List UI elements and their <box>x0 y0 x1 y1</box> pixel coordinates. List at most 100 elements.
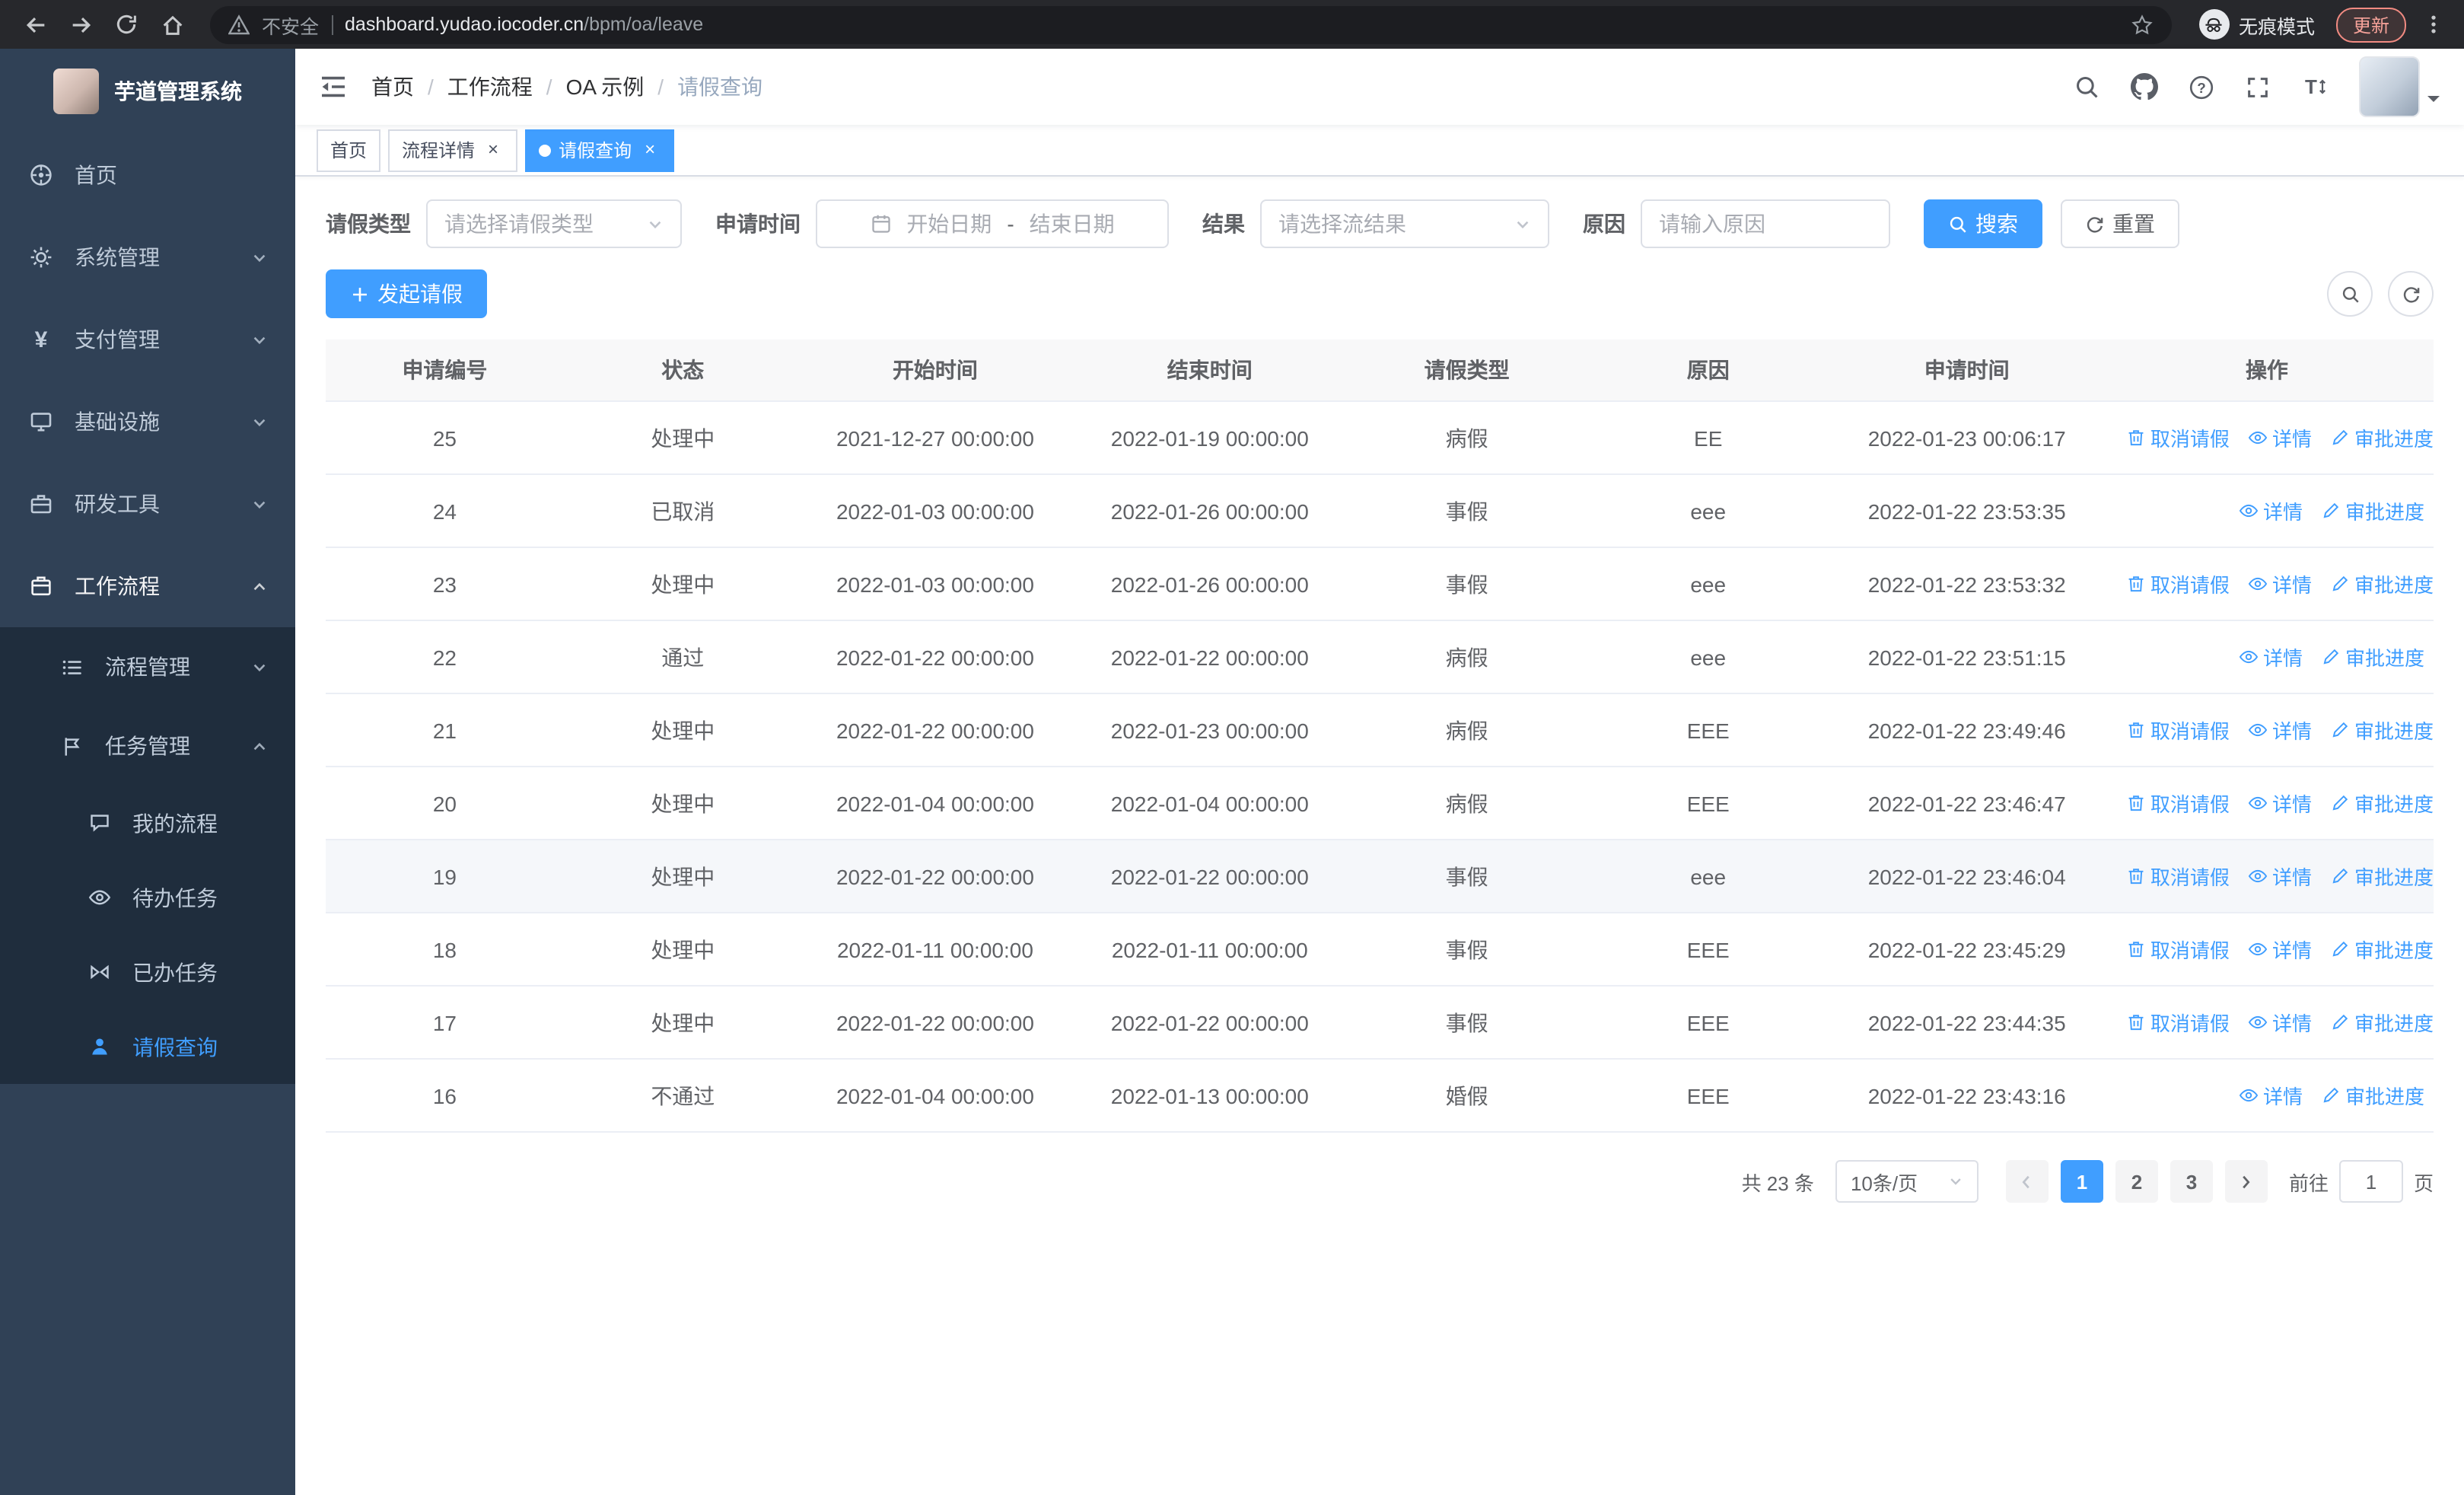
action-cancel-link[interactable]: 取消请假 <box>2126 423 2230 452</box>
action-cancel-link[interactable]: 取消请假 <box>2126 789 2230 818</box>
reload-icon[interactable] <box>107 5 146 44</box>
reset-button[interactable]: 重置 <box>2061 199 2179 248</box>
create-leave-button[interactable]: 发起请假 <box>326 269 487 318</box>
tab-leave-query[interactable]: 请假查询 × <box>525 129 675 171</box>
table-row[interactable]: 17 处理中 2022-01-22 00:00:00 2022-01-22 00… <box>326 986 2434 1060</box>
breadcrumb-oa-example[interactable]: OA 示例 <box>566 72 678 102</box>
action-progress-link[interactable]: 审批进度 <box>2330 423 2434 452</box>
sidebar-toggle-icon[interactable] <box>295 72 371 102</box>
address-bar[interactable]: 不安全 dashboard.yudao.iocoder.cn/bpm/oa/le… <box>210 5 2172 43</box>
action-progress-link[interactable]: 审批进度 <box>2330 935 2434 964</box>
close-icon[interactable]: × <box>482 139 504 161</box>
app-logo[interactable]: 芋道管理系统 <box>0 49 295 134</box>
action-detail-link[interactable]: 详情 <box>2239 1081 2303 1110</box>
table-row[interactable]: 16 不通过 2022-01-04 00:00:00 2022-01-13 00… <box>326 1059 2434 1133</box>
page-button-3[interactable]: 3 <box>2170 1160 2213 1203</box>
header-search-icon[interactable] <box>2074 74 2100 100</box>
action-detail-link[interactable]: 详情 <box>2239 642 2303 671</box>
next-page-button[interactable] <box>2224 1160 2268 1203</box>
action-progress-link[interactable]: 审批进度 <box>2321 496 2424 525</box>
action-detail-link[interactable]: 详情 <box>2248 423 2312 452</box>
action-progress-link[interactable]: 审批进度 <box>2321 1081 2424 1110</box>
action-cancel-link[interactable]: 取消请假 <box>2126 935 2230 964</box>
tab-process-detail[interactable]: 流程详情 × <box>388 129 518 171</box>
table-row[interactable]: 22 通过 2022-01-22 00:00:00 2022-01-22 00:… <box>326 620 2434 694</box>
sidebar-item-todo-tasks[interactable]: 待办任务 <box>0 860 295 935</box>
goto-page-input[interactable]: 1 <box>2338 1160 2403 1203</box>
action-detail-link[interactable]: 详情 <box>2248 862 2312 891</box>
browser-menu-icon[interactable] <box>2418 12 2449 37</box>
sidebar-item-leave-query[interactable]: 请假查询 <box>0 1009 295 1084</box>
cell-end-time: 2022-01-19 00:00:00 <box>1068 401 1351 475</box>
table-row[interactable]: 19 处理中 2022-01-22 00:00:00 2022-01-22 00… <box>326 840 2434 913</box>
sidebar-item-infra[interactable]: 基础设施 <box>0 381 295 463</box>
table-row[interactable]: 24 已取消 2022-01-03 00:00:00 2022-01-26 00… <box>326 474 2434 548</box>
sidebar-item-label: 任务管理 <box>105 734 190 758</box>
cell-apply-no: 17 <box>326 986 564 1060</box>
table-row[interactable]: 18 处理中 2022-01-11 00:00:00 2022-01-11 00… <box>326 913 2434 987</box>
table-row[interactable]: 20 处理中 2022-01-04 00:00:00 2022-01-04 00… <box>326 767 2434 840</box>
help-icon[interactable]: ? <box>2189 74 2214 100</box>
breadcrumb-workflow[interactable]: 工作流程 <box>447 72 566 102</box>
bookmark-star-icon[interactable] <box>2131 13 2154 36</box>
action-cancel-link[interactable]: 取消请假 <box>2126 716 2230 744</box>
action-detail-link[interactable]: 详情 <box>2248 716 2312 744</box>
tab-home[interactable]: 首页 <box>317 129 381 171</box>
apply-time-range-picker[interactable]: 开始日期 - 结束日期 <box>816 199 1169 248</box>
action-progress-link[interactable]: 审批进度 <box>2330 716 2434 744</box>
search-button[interactable]: 搜索 <box>1924 199 2042 248</box>
home-icon[interactable] <box>152 5 192 44</box>
page-button-1[interactable]: 1 <box>2060 1160 2103 1203</box>
github-icon[interactable] <box>2131 73 2158 100</box>
action-progress-link[interactable]: 审批进度 <box>2330 789 2434 818</box>
table-row[interactable]: 21 处理中 2022-01-22 00:00:00 2022-01-23 00… <box>326 693 2434 767</box>
action-progress-link[interactable]: 审批进度 <box>2321 642 2424 671</box>
fullscreen-icon[interactable] <box>2245 74 2271 100</box>
sidebar-item-my-process[interactable]: 我的流程 <box>0 786 295 860</box>
font-size-icon[interactable]: T <box>2301 73 2329 100</box>
sidebar-item-workflow[interactable]: 工作流程 <box>0 545 295 627</box>
action-progress-link[interactable]: 审批进度 <box>2330 1008 2434 1037</box>
chrome-update-button[interactable]: 更新 <box>2335 7 2406 42</box>
sidebar-item-done-tasks[interactable]: 已办任务 <box>0 935 295 1009</box>
sidebar-item-label: 系统管理 <box>75 245 160 269</box>
forward-icon[interactable] <box>61 5 100 44</box>
leave-type-select[interactable]: 请选择请假类型 <box>426 199 682 248</box>
action-progress-link[interactable]: 审批进度 <box>2330 862 2434 891</box>
reason-input[interactable]: 请输入原因 <box>1641 199 1890 248</box>
action-detail-link[interactable]: 详情 <box>2239 496 2303 525</box>
sidebar-item-payment[interactable]: ¥ 支付管理 <box>0 298 295 381</box>
sidebar-item-devtools[interactable]: 研发工具 <box>0 463 295 545</box>
action-cancel-link[interactable]: 取消请假 <box>2126 862 2230 891</box>
user-menu[interactable] <box>2359 56 2440 117</box>
action-detail-link[interactable]: 详情 <box>2248 569 2312 598</box>
action-cancel-link[interactable]: 取消请假 <box>2126 569 2230 598</box>
sidebar-item-home[interactable]: 首页 <box>0 134 295 216</box>
prev-page-button[interactable] <box>2005 1160 2049 1203</box>
action-detail-link[interactable]: 详情 <box>2248 1008 2312 1037</box>
toggle-search-button[interactable] <box>2327 271 2373 317</box>
warning-icon[interactable] <box>228 14 250 35</box>
close-icon[interactable]: × <box>639 139 661 161</box>
sidebar-item-system[interactable]: 系统管理 <box>0 216 295 298</box>
col-apply-time: 申请时间 <box>1833 339 2100 402</box>
table-row[interactable]: 25 处理中 2021-12-27 00:00:00 2022-01-19 00… <box>326 401 2434 475</box>
page-button-2[interactable]: 2 <box>2115 1160 2158 1203</box>
action-cancel-link[interactable]: 取消请假 <box>2126 1008 2230 1037</box>
action-detail-link[interactable]: 详情 <box>2248 789 2312 818</box>
refresh-table-button[interactable] <box>2388 271 2434 317</box>
result-select[interactable]: 请选择流结果 <box>1260 199 1549 248</box>
cell-start-time: 2022-01-03 00:00:00 <box>801 547 1069 621</box>
page-url[interactable]: dashboard.yudao.iocoder.cn/bpm/oa/leave <box>345 14 703 35</box>
sidebar-item-task-mgmt[interactable]: 任务管理 <box>0 706 295 786</box>
sidebar-item-process-mgmt[interactable]: 流程管理 <box>0 627 295 706</box>
security-label[interactable]: 不安全 <box>262 10 319 39</box>
person-icon <box>85 1033 113 1060</box>
action-progress-link[interactable]: 审批进度 <box>2330 569 2434 598</box>
back-icon[interactable] <box>15 5 55 44</box>
page-size-select[interactable]: 10条/页 <box>1835 1160 1979 1203</box>
action-detail-link[interactable]: 详情 <box>2248 935 2312 964</box>
table-row[interactable]: 23 处理中 2022-01-03 00:00:00 2022-01-26 00… <box>326 547 2434 621</box>
breadcrumb-home[interactable]: 首页 <box>371 72 447 102</box>
leave-table: 申请编号 状态 开始时间 结束时间 请假类型 原因 申请时间 操作 25 处理中 <box>326 339 2434 1133</box>
